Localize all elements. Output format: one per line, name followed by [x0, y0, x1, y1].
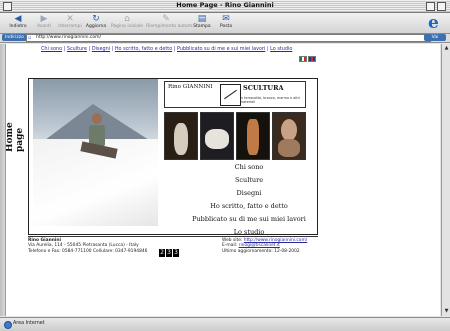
- autofill-button[interactable]: ✎ Riempimento autom.: [146, 14, 194, 32]
- scroll-down-icon[interactable]: ▼: [443, 308, 450, 315]
- mail-label: Posta: [219, 24, 233, 29]
- stop-button[interactable]: ✕ Interrompi: [56, 14, 84, 32]
- page-content: Home page Chi sono | Sculture | Disegni …: [6, 44, 440, 316]
- footer-divider: [28, 236, 318, 237]
- sculpture-shape: [247, 119, 259, 155]
- counter-digit: 2: [159, 249, 165, 257]
- stop-label: Interrompi: [58, 24, 82, 29]
- english-flag-icon[interactable]: [308, 56, 316, 62]
- logo-title: SCULTURA: [243, 84, 284, 92]
- footer-phones: Telefono e Fax: 0584-771100 Cellulare: 0…: [28, 248, 148, 254]
- vertical-page-title-text: Home page: [6, 122, 25, 152]
- window-title: Home Page - Rino Giannini: [176, 1, 274, 9]
- menu-link-pubblicato[interactable]: Pubblicato su di me sui miei lavori: [179, 213, 319, 226]
- back-label: Indietro: [9, 24, 27, 29]
- logo-name: Rino GIANNINI: [168, 84, 213, 90]
- status-text: Area Internet: [13, 321, 45, 326]
- site-logo: Rino GIANNINI SCULTURA in terracotta, br…: [164, 81, 306, 108]
- sculpture-thumbnail[interactable]: [236, 112, 270, 160]
- forward-label: Avanti: [36, 24, 52, 29]
- back-arrow-icon: ◀: [14, 14, 22, 24]
- home-icon: ⌂: [124, 14, 130, 24]
- forward-arrow-icon: ▶: [40, 14, 48, 24]
- top-nav-links: Chi sono | Sculture | Disegni | Ho scrit…: [41, 46, 292, 52]
- nav-separator: |: [88, 46, 91, 52]
- counter-digit: 3: [173, 249, 179, 257]
- status-bar: Area Internet: [0, 317, 450, 331]
- menu-link-disegni[interactable]: Disegni: [179, 187, 319, 200]
- globe-icon: [4, 321, 12, 329]
- nav-separator: |: [111, 46, 114, 52]
- collapse-box-icon[interactable]: [437, 2, 446, 11]
- nav-link-chi-sono[interactable]: Chi sono: [41, 46, 62, 52]
- toolbar: ◀ Indietro ▶ Avanti ✕ Interrompi ↻ Aggio…: [0, 13, 450, 34]
- main-frame: Rino GIANNINI SCULTURA in terracotta, br…: [28, 78, 318, 236]
- sculptor-photo: [33, 79, 158, 226]
- home-label: Pagina iniziale: [110, 24, 144, 29]
- scroll-up-icon[interactable]: ▲: [443, 45, 450, 52]
- address-input[interactable]: ▫ http://www.rinogiannini.com/: [26, 34, 431, 42]
- page-icon: ▫: [28, 35, 32, 41]
- address-label: Indirizzo: [2, 34, 27, 41]
- back-button[interactable]: ◀ Indietro: [4, 14, 32, 32]
- mail-button[interactable]: ✉ Posta: [212, 14, 240, 32]
- stop-icon: ✕: [66, 14, 74, 24]
- vertical-page-title: Home page: [6, 92, 25, 152]
- sculpture-thumbnail[interactable]: [164, 112, 198, 160]
- sculpture-shape: [281, 119, 297, 141]
- refresh-button[interactable]: ↻ Aggiorna: [82, 14, 110, 32]
- home-button[interactable]: ⌂ Pagina iniziale: [110, 14, 144, 32]
- title-bar[interactable]: Home Page - Rino Giannini: [0, 0, 450, 13]
- go-button[interactable]: Vai: [424, 34, 446, 41]
- person-head-shape: [92, 113, 102, 124]
- last-updated: Ultimo aggiornamento: 12-08-2002: [222, 248, 300, 254]
- email-label: E-mail:: [222, 243, 238, 249]
- nav-link-disegni[interactable]: Disegni: [92, 46, 110, 52]
- menu-link-ho-scritto[interactable]: Ho scritto, fatto e detto: [179, 200, 319, 213]
- refresh-icon: ↻: [92, 14, 100, 24]
- footer-site-info: Web site: http://www.rinogiannini.com/ E…: [222, 238, 322, 254]
- browser-window: Home Page - Rino Giannini ◀ Indietro ▶ A…: [0, 0, 450, 331]
- menu-link-sculture[interactable]: Sculture: [179, 174, 319, 187]
- zoom-box-icon[interactable]: [426, 2, 435, 11]
- autofill-icon: ✎: [162, 14, 170, 24]
- sculpture-shape: [174, 123, 188, 155]
- nav-separator: |: [63, 46, 66, 52]
- italian-flag-icon[interactable]: [299, 56, 307, 62]
- counter-digit: 3: [166, 249, 172, 257]
- forward-button[interactable]: ▶ Avanti: [30, 14, 58, 32]
- sculpture-shape: [205, 129, 229, 149]
- menu-link-chi-sono[interactable]: Chi sono: [179, 161, 319, 174]
- sculpture-shape: [278, 139, 300, 157]
- nav-link-ho-scritto[interactable]: Ho scritto, fatto e detto: [115, 46, 172, 52]
- autofill-label: Riempimento autom.: [146, 24, 194, 29]
- visit-counter: 233: [159, 239, 180, 257]
- email-link[interactable]: rinogi@tiscalinet.it: [239, 243, 280, 248]
- footer-contact: Rino Giannini Via Aurelia, 114 - 55045 P…: [28, 238, 147, 254]
- logo-subtitle: in terracotta, bronzo, marmo e altri mat…: [240, 96, 300, 104]
- print-icon: ▤: [197, 14, 207, 24]
- nav-link-sculture[interactable]: Sculture: [67, 46, 87, 52]
- internet-explorer-logo-icon: e: [428, 13, 439, 33]
- nav-link-pubblicato[interactable]: Pubblicato su di me e sui miei lavori: [177, 46, 265, 52]
- refresh-label: Aggiorna: [85, 24, 107, 29]
- nav-link-lo-studio[interactable]: Lo studio: [270, 46, 292, 52]
- address-url: http://www.rinogiannini.com/: [36, 35, 102, 40]
- sculpture-thumbnail[interactable]: [272, 112, 306, 160]
- nav-separator: |: [266, 46, 269, 52]
- vertical-scrollbar[interactable]: ▲ ▼: [441, 44, 450, 316]
- sculpture-thumbnail[interactable]: [200, 112, 234, 160]
- address-bar: Indirizzo ▫ http://www.rinogiannini.com/…: [0, 34, 450, 43]
- mail-icon: ✉: [222, 14, 230, 24]
- footer-address: Via Aurelia, 114 - 55045 Pietrasanta (Lu…: [28, 243, 139, 249]
- logo-mark-icon: [220, 84, 241, 106]
- main-menu: Chi sono Sculture Disegni Ho scritto, fa…: [179, 161, 319, 239]
- nav-separator: |: [173, 46, 176, 52]
